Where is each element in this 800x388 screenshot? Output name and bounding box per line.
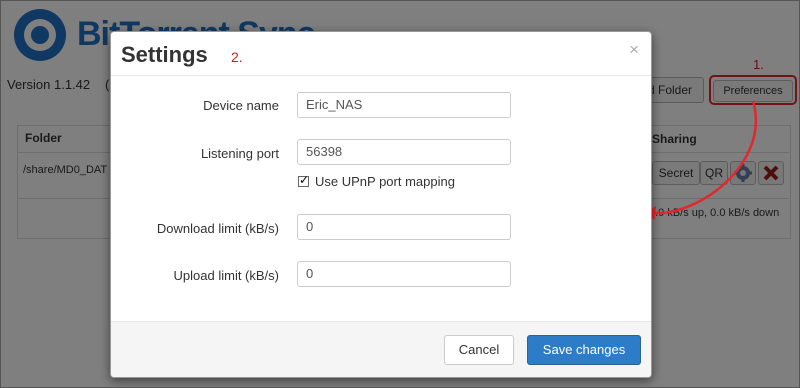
upload-limit-field[interactable]: 0 <box>297 261 511 287</box>
dialog-footer: Cancel Save changes <box>111 321 651 377</box>
download-limit-field[interactable]: 0 <box>297 214 511 240</box>
annotation-step-2: 2. <box>231 49 243 65</box>
settings-dialog: Settings 2. × Device name Eric_NAS Liste… <box>110 31 652 378</box>
save-changes-button[interactable]: Save changes <box>527 335 641 365</box>
listening-port-label: Listening port <box>200 146 279 161</box>
app-window: BitTorrent Sync Version 1.1.42 ( d Folde… <box>0 0 800 388</box>
listening-port-field[interactable]: 56398 <box>297 139 511 165</box>
download-limit-label: Download limit (kB/s) <box>156 221 279 236</box>
device-name-field[interactable]: Eric_NAS <box>297 92 511 118</box>
device-name-label: Device name <box>203 98 279 113</box>
upload-limit-label: Upload limit (kB/s) <box>173 268 279 283</box>
dialog-title: Settings <box>121 42 208 67</box>
close-icon[interactable]: × <box>629 40 639 60</box>
cancel-button[interactable]: Cancel <box>444 335 514 365</box>
dialog-header-divider <box>111 75 651 76</box>
upnp-label: Use UPnP port mapping <box>315 174 455 189</box>
upnp-checkbox[interactable] <box>298 173 309 187</box>
